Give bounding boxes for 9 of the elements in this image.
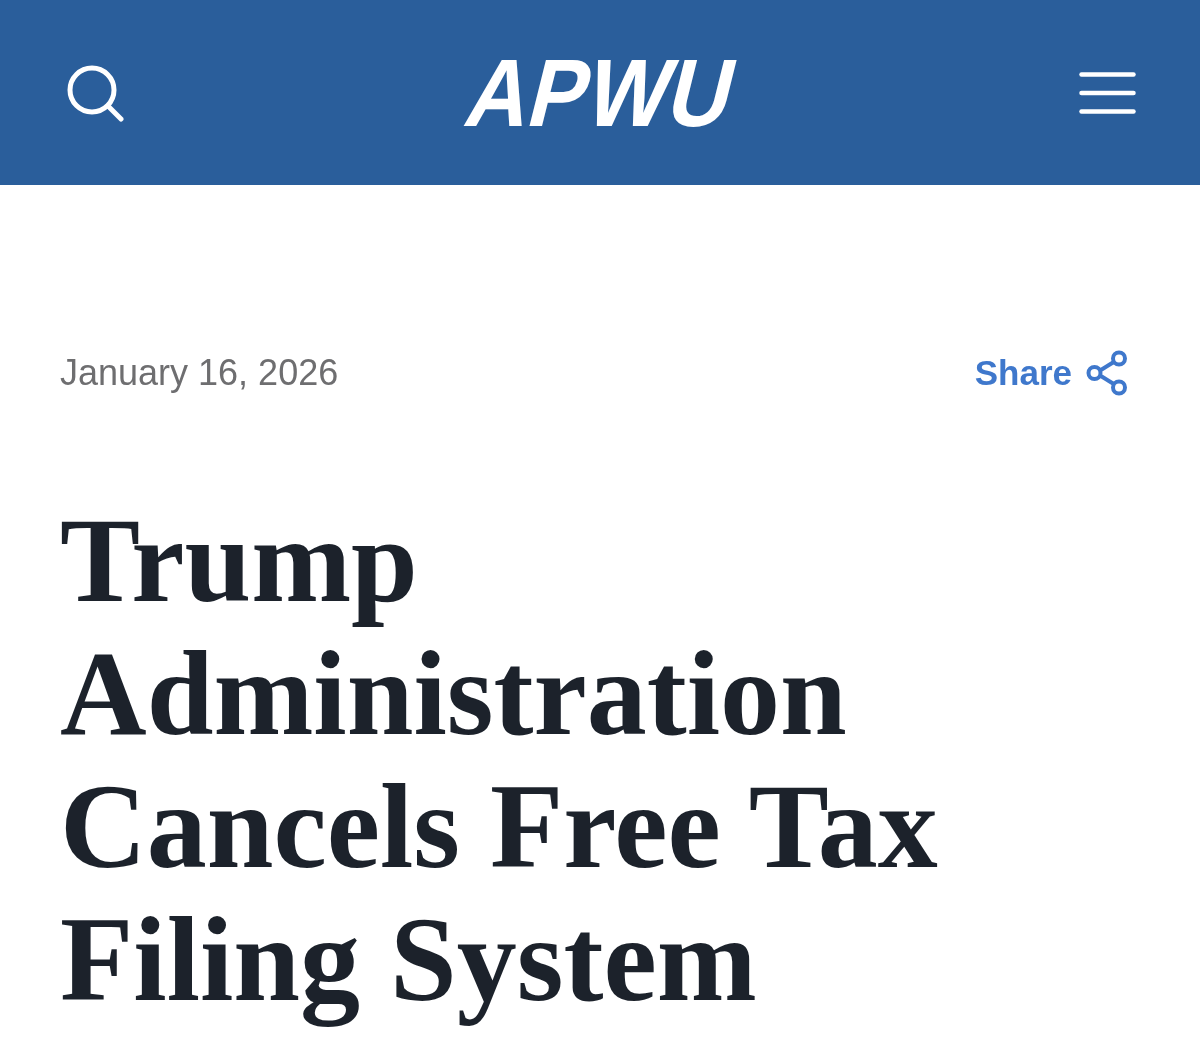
logo[interactable]: APWU (452, 44, 751, 141)
menu-icon (1079, 71, 1136, 114)
search-icon (66, 63, 124, 122)
article-title: Trump Administration Cancels Free Tax Filing System (60, 494, 939, 1029)
article-date: January 16, 2026 (60, 352, 339, 394)
search-button[interactable] (66, 63, 124, 122)
share-button[interactable]: Share (974, 350, 1128, 396)
share-icon (1086, 350, 1128, 396)
menu-button[interactable] (1079, 71, 1136, 114)
